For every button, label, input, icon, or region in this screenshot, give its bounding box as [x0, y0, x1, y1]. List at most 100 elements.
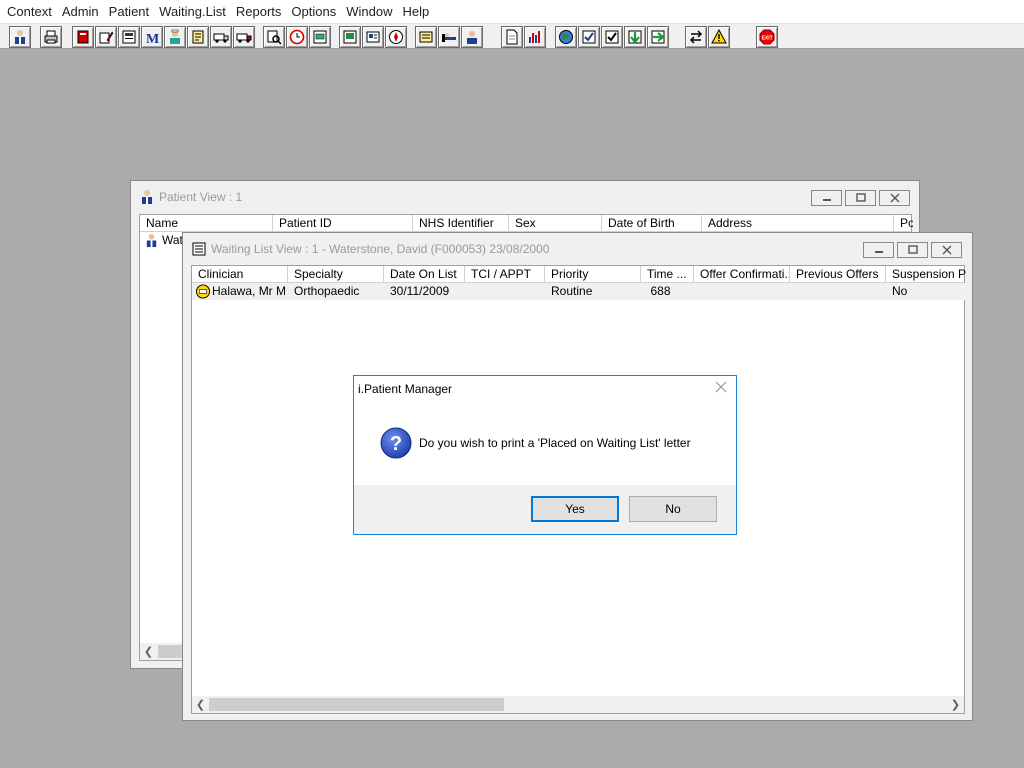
patient-icon [142, 190, 152, 204]
minimize-button[interactable] [811, 190, 842, 206]
specialty-cell: Orthopaedic [294, 284, 360, 298]
scroll-left-icon[interactable]: ❮ [192, 696, 209, 713]
clock-icon[interactable] [286, 26, 308, 48]
bed-icon[interactable] [438, 26, 460, 48]
menu-admin[interactable]: Admin [57, 0, 104, 23]
time-cell: 688 [650, 284, 671, 298]
print-icon[interactable] [40, 26, 62, 48]
patient-view-titlebar[interactable]: Patient View : 1 [131, 181, 919, 213]
compass-icon[interactable] [385, 26, 407, 48]
scroll-left-icon[interactable]: ❮ [140, 643, 157, 660]
menu-help[interactable]: Help [397, 0, 434, 23]
m-letter-icon[interactable]: M [141, 26, 163, 48]
tci-appt-cell [465, 283, 471, 300]
question-icon: ? [380, 427, 412, 459]
col-time[interactable]: Time ... [641, 266, 694, 283]
col-suspension[interactable]: Suspension Pe [886, 266, 966, 283]
globe-icon[interactable] [555, 26, 577, 48]
col-sex[interactable]: Sex [509, 215, 602, 232]
menu-patient[interactable]: Patient [104, 0, 154, 23]
suspension-cell: No [892, 284, 908, 298]
waiting-list-icon [192, 242, 206, 256]
waiting-list-hscroll[interactable]: ❮ ❯ [192, 696, 964, 713]
col-postcode[interactable]: Po [894, 215, 913, 232]
previous-offers-cell [790, 283, 796, 300]
green-arrow-down-icon[interactable] [624, 26, 646, 48]
svg-text:EXIT: EXIT [762, 36, 773, 42]
confirm-dialog: i.Patient Manager ? Do you wish to print… [353, 375, 737, 535]
menu-window[interactable]: Window [341, 0, 397, 23]
doctor-icon[interactable] [9, 26, 31, 48]
note-icon[interactable] [415, 26, 437, 48]
col-tci-appt[interactable]: TCI / APPT [465, 266, 545, 283]
no-button[interactable]: No [629, 496, 717, 522]
toolbar: M EXIT [0, 23, 1024, 49]
close-icon[interactable] [714, 380, 728, 394]
ambulance-2-icon[interactable] [233, 26, 255, 48]
check-list-2-icon[interactable] [601, 26, 623, 48]
col-name[interactable]: Name [140, 215, 273, 232]
dialog-footer: Yes No [354, 485, 736, 534]
menu-context[interactable]: Context [2, 0, 57, 23]
patient-view-title: Patient View : 1 [159, 190, 243, 204]
dialog-title: i.Patient Manager [358, 382, 453, 396]
date-on-list-cell: 30/11/2009 [390, 284, 450, 298]
menu-waiting-list[interactable]: Waiting.List [154, 0, 231, 23]
minimize-icon [822, 199, 831, 201]
patient-list-header: Name Patient ID NHS Identifier Sex Date … [140, 215, 913, 232]
exit-icon[interactable]: EXIT [756, 26, 778, 48]
col-specialty[interactable]: Specialty [288, 266, 384, 283]
close-button[interactable] [879, 190, 910, 206]
form-icon[interactable] [118, 26, 140, 48]
menu-bar: Context Admin Patient Waiting.List Repor… [0, 0, 1024, 23]
yes-button[interactable]: Yes [531, 496, 619, 522]
waiting-list-titlebar[interactable]: Waiting List View : 1 - Waterstone, Davi… [183, 233, 972, 265]
document-icon[interactable] [501, 26, 523, 48]
col-address[interactable]: Address [702, 215, 894, 232]
col-previous-offers[interactable]: Previous Offers [790, 266, 886, 283]
scroll-thumb[interactable] [209, 698, 504, 711]
col-date-on-list[interactable]: Date On List [384, 266, 465, 283]
clinician-cell: Halawa, Mr M [212, 284, 287, 298]
dialog-message: Do you wish to print a 'Placed on Waitin… [419, 436, 691, 450]
green-arrow-right-icon[interactable] [647, 26, 669, 48]
menu-options[interactable]: Options [286, 0, 341, 23]
book-icon[interactable] [72, 26, 94, 48]
table-row[interactable]: Halawa, Mr M Orthopaedic 30/11/2009 Rout… [192, 283, 966, 300]
card-icon[interactable] [362, 26, 384, 48]
minimize-button[interactable] [863, 242, 894, 258]
bar-chart-icon[interactable] [524, 26, 546, 48]
col-offer-confirmation[interactable]: Offer Confirmati... [694, 266, 790, 283]
svg-text:?: ? [390, 433, 402, 455]
restore-icon [907, 245, 918, 254]
photo-icon[interactable] [339, 26, 361, 48]
restore-icon [855, 193, 866, 202]
col-patient-id[interactable]: Patient ID [273, 215, 413, 232]
list-icon[interactable] [309, 26, 331, 48]
notepad-icon[interactable] [187, 26, 209, 48]
warning-icon[interactable] [708, 26, 730, 48]
waiting-list-title: Waiting List View : 1 - Waterstone, Davi… [211, 242, 550, 256]
scroll-right-icon[interactable]: ❯ [947, 696, 964, 713]
close-button[interactable] [931, 242, 962, 258]
close-icon [890, 193, 899, 203]
close-icon [942, 245, 951, 255]
svg-text:M: M [146, 32, 159, 45]
edit-pencil-icon[interactable] [95, 26, 117, 48]
col-nhs-identifier[interactable]: NHS Identifier [413, 215, 509, 232]
ambulance-icon[interactable] [210, 26, 232, 48]
priority-cell: Routine [551, 284, 593, 298]
col-date-of-birth[interactable]: Date of Birth [602, 215, 702, 232]
transfer-icon[interactable] [685, 26, 707, 48]
waiting-list-header: Clinician Specialty Date On List TCI / A… [192, 266, 966, 283]
offer-confirmation-cell [694, 283, 700, 300]
col-clinician[interactable]: Clinician [192, 266, 288, 283]
restore-button[interactable] [845, 190, 876, 206]
check-list-icon[interactable] [578, 26, 600, 48]
col-priority[interactable]: Priority [545, 266, 641, 283]
search-doc-icon[interactable] [263, 26, 285, 48]
restore-button[interactable] [897, 242, 928, 258]
menu-reports[interactable]: Reports [231, 0, 287, 23]
user-group-icon[interactable] [461, 26, 483, 48]
nurse-icon[interactable] [164, 26, 186, 48]
